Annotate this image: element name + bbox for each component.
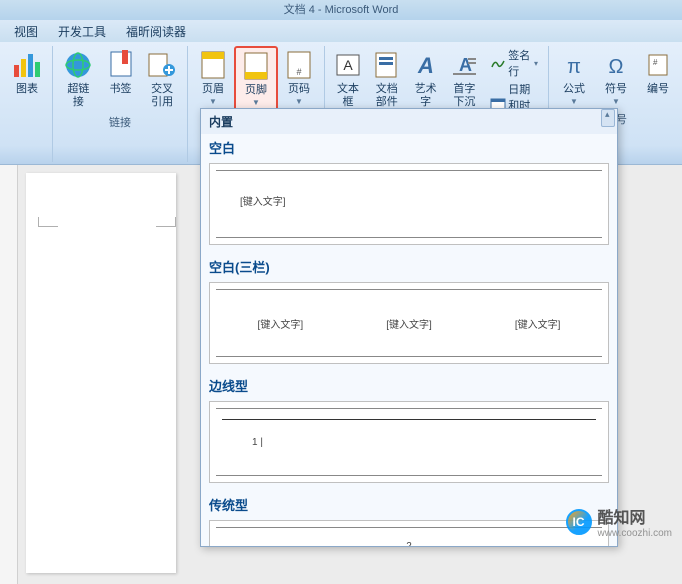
parts-icon — [371, 49, 403, 81]
hyperlink-icon — [62, 49, 94, 81]
pagenum-icon: # — [283, 49, 315, 81]
watermark-brand: 酷知网 — [598, 504, 672, 528]
chart-icon — [11, 49, 43, 81]
equation-button[interactable]: π 公式 ▼ — [553, 46, 595, 109]
header-icon — [197, 49, 229, 81]
equation-icon: π — [558, 49, 590, 81]
watermark-logo: IC — [566, 509, 592, 535]
ribbon-group-illustrations: 图表 — [2, 46, 53, 162]
svg-text:π: π — [567, 56, 581, 78]
gallery-item-classic[interactable]: 2 — [209, 520, 609, 547]
bookmark-icon — [105, 49, 137, 81]
gallery-item-blank3col-label: 空白(三栏) — [201, 253, 617, 280]
svg-text:A: A — [417, 53, 434, 78]
dropcap-icon: A — [448, 49, 480, 81]
gallery-item-blank[interactable]: [键入文字] — [209, 163, 609, 245]
chevron-down-icon: ▼ — [295, 97, 303, 106]
watermark: IC 酷知网 www.coozhi.com — [566, 504, 672, 539]
number-button[interactable]: # 编号 — [637, 46, 679, 99]
watermark-url: www.coozhi.com — [598, 528, 672, 539]
bookmark-button[interactable]: 书签 — [100, 46, 142, 99]
gallery-item-classic-label: 传统型 — [201, 491, 617, 518]
sigline-button[interactable]: 签名行 ▾ — [488, 46, 540, 80]
signature-icon — [490, 55, 506, 71]
svg-text:#: # — [653, 58, 658, 67]
svg-text:#: # — [296, 67, 301, 77]
header-button[interactable]: 页眉 ▼ — [192, 46, 234, 109]
footer-icon — [240, 50, 272, 82]
footer-gallery-popup: 内置 空白 [键入文字] 空白(三栏) [键入文字] [键入文字] [键入文字]… — [200, 108, 618, 547]
gallery-scroll-up[interactable] — [601, 109, 615, 127]
chevron-down-icon: ▼ — [612, 97, 620, 106]
pagenum-button[interactable]: # 页码 ▼ — [278, 46, 320, 109]
chart-button[interactable]: 图表 — [6, 46, 48, 99]
group-label-links: 链接 — [109, 114, 131, 130]
window-title: 文档 4 - Microsoft Word — [0, 0, 682, 20]
chevron-down-icon: ▼ — [209, 97, 217, 106]
menu-bar: 视图 开发工具 福昕阅读器 — [0, 20, 682, 42]
symbol-button[interactable]: Ω 符号 ▼ — [595, 46, 637, 109]
textbox-icon: A — [332, 49, 364, 81]
menu-foxit[interactable]: 福昕阅读器 — [116, 20, 196, 43]
vertical-ruler — [0, 165, 18, 584]
crossref-button[interactable]: 交叉 引用 — [141, 46, 183, 112]
menu-devtools[interactable]: 开发工具 — [48, 20, 116, 43]
gallery-item-edge-label: 边线型 — [201, 372, 617, 399]
menu-view[interactable]: 视图 — [4, 20, 48, 43]
chevron-down-icon: ▼ — [252, 98, 260, 107]
svg-text:Ω: Ω — [609, 56, 624, 78]
gallery-item-edge[interactable]: 1 | — [209, 401, 609, 483]
number-icon: # — [642, 49, 674, 81]
crossref-icon — [146, 49, 178, 81]
symbol-icon: Ω — [600, 49, 632, 81]
gallery-item-blank-label: 空白 — [201, 134, 617, 161]
gallery-heading-builtin: 内置 — [201, 109, 617, 134]
document-page[interactable] — [26, 173, 176, 573]
hyperlink-button[interactable]: 超链接 — [57, 46, 100, 112]
wordart-icon: A — [410, 49, 442, 81]
chevron-down-icon: ▼ — [570, 97, 578, 106]
svg-text:A: A — [343, 57, 353, 73]
gallery-item-blank3col[interactable]: [键入文字] [键入文字] [键入文字] — [209, 282, 609, 364]
ribbon-group-links: 超链接 书签 交叉 引用 链接 — [53, 46, 188, 162]
footer-button[interactable]: 页脚 ▼ — [234, 46, 278, 111]
